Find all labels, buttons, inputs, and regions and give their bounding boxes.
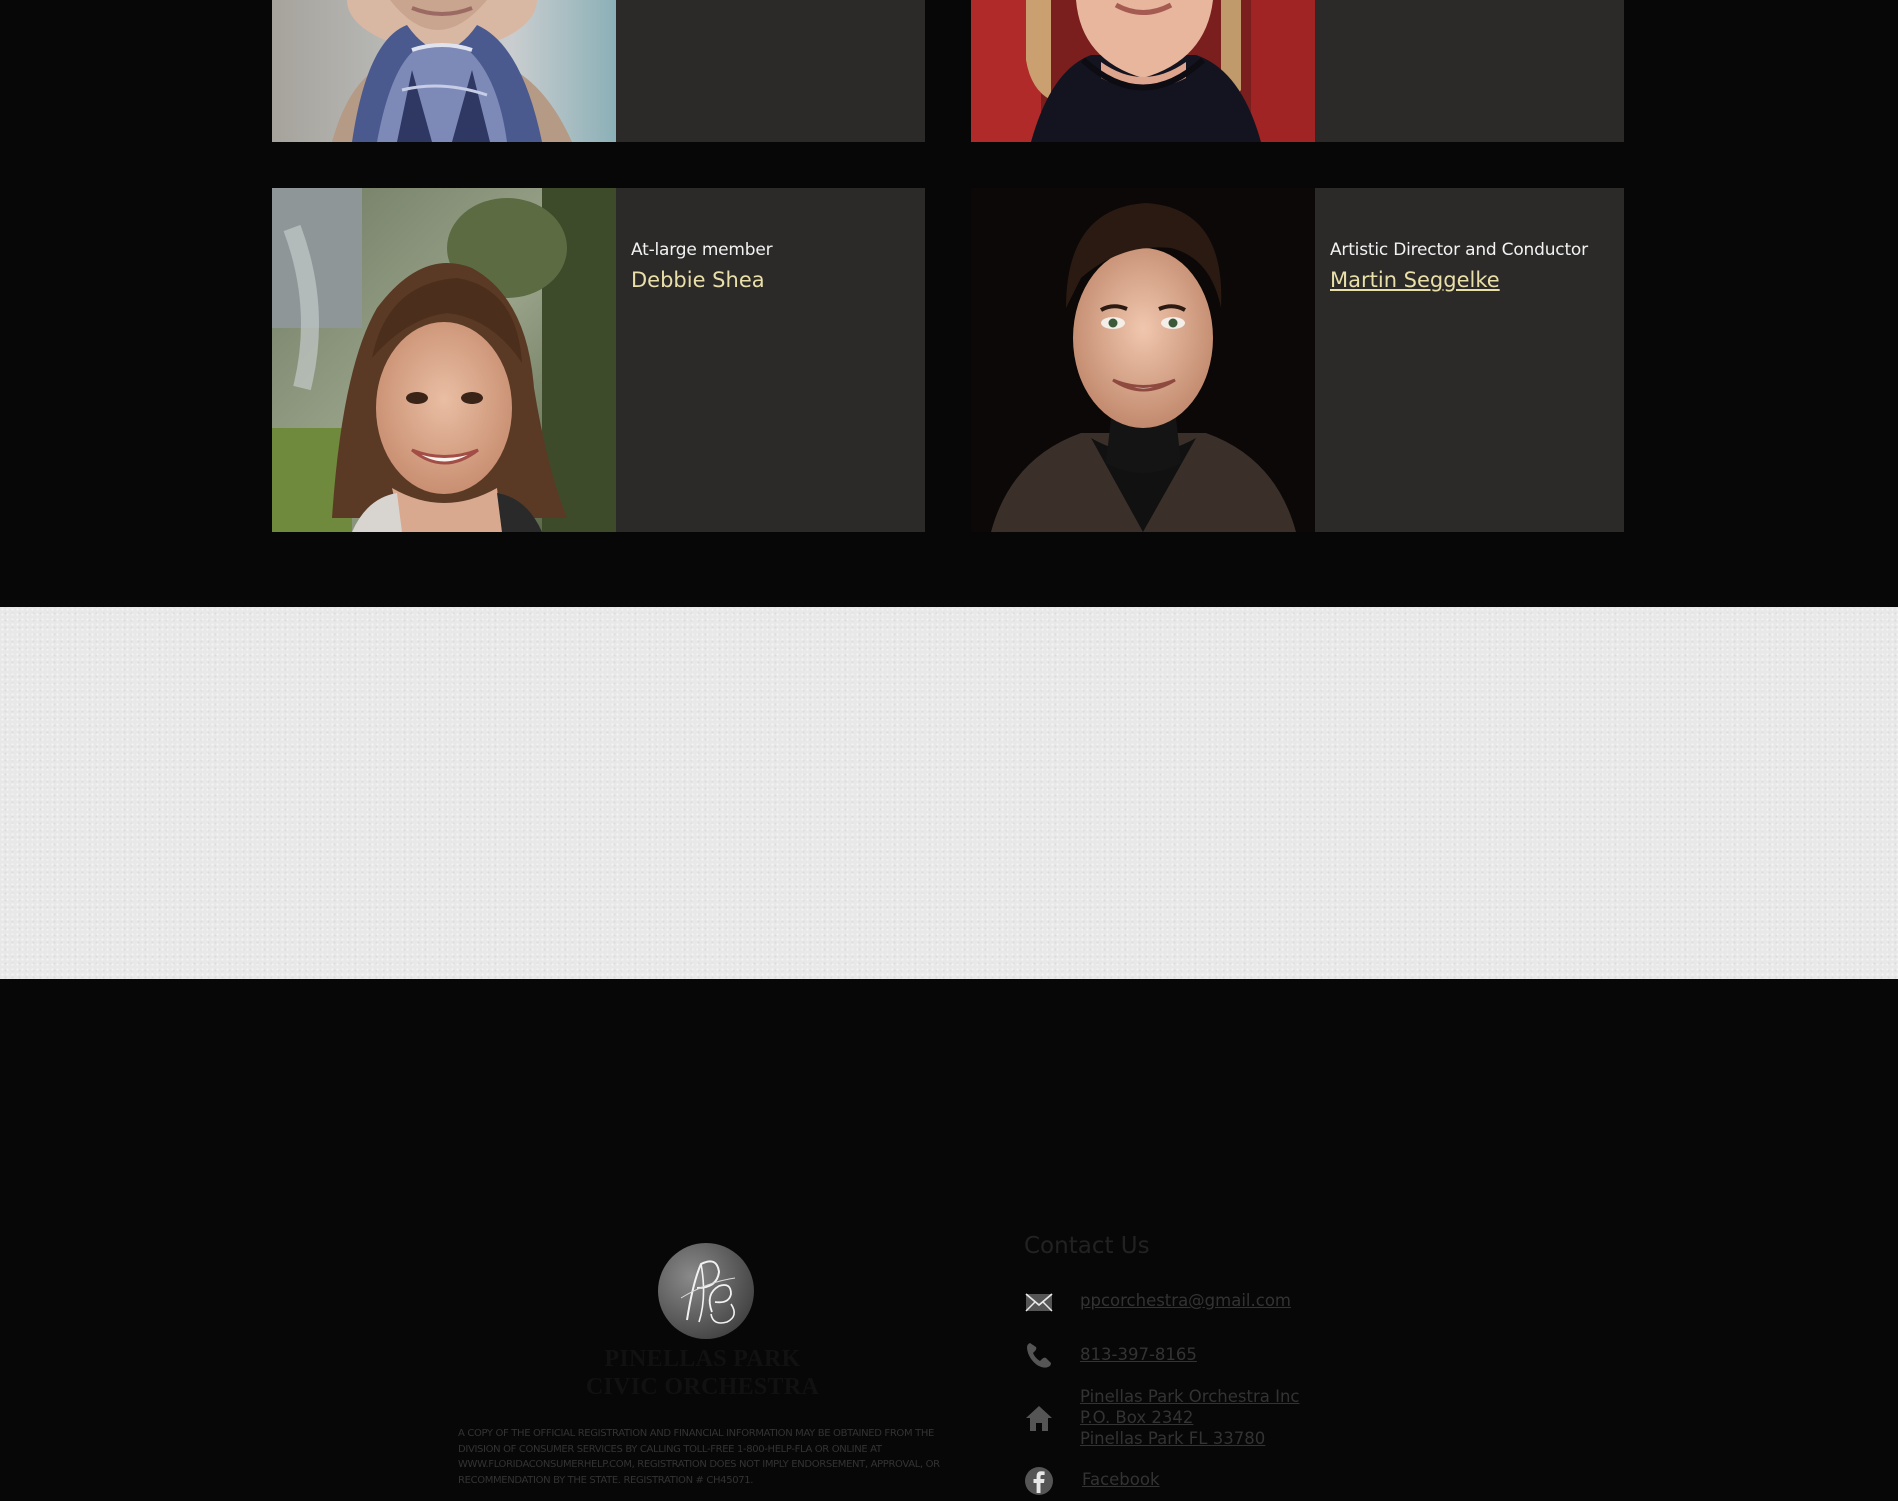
- address-line-2: P.O. Box 2342: [1080, 1408, 1194, 1427]
- logo-line-2: CIVIC ORCHESTRA: [585, 1374, 820, 1400]
- logo-line-1: PINELLAS PARK: [604, 1346, 801, 1372]
- board-photo-debbie-shea: [272, 188, 616, 532]
- address-line-1: Pinellas Park Orchestra Inc: [1080, 1387, 1300, 1406]
- contact-heading: Contact Us: [1024, 1233, 1150, 1259]
- address-link[interactable]: Pinellas Park Orchestra Inc P.O. Box 234…: [1080, 1386, 1300, 1449]
- phone-icon: [1024, 1340, 1054, 1370]
- facebook-link[interactable]: Facebook: [1082, 1470, 1160, 1489]
- envelope-icon: [1024, 1287, 1054, 1317]
- board-section: At-large member Debbie Shea Artistic Dir…: [0, 0, 1898, 607]
- orchestra-logo-icon: [657, 1242, 755, 1340]
- registration-disclaimer: A copy of the official registration and …: [458, 1428, 940, 1486]
- member-role: Artistic Director and Conductor: [1330, 240, 1588, 260]
- address-line-3: Pinellas Park FL 33780: [1080, 1429, 1266, 1448]
- facebook-icon[interactable]: [1024, 1466, 1054, 1496]
- board-photo-martin-seggelke: [971, 188, 1315, 532]
- email-link[interactable]: ppcorchestra@gmail.com: [1080, 1291, 1291, 1310]
- phone-link[interactable]: 813-397-8165: [1080, 1345, 1197, 1364]
- member-role: At-large member: [631, 240, 773, 260]
- board-photo-top-left: [272, 0, 616, 142]
- site-footer: PINELLAS PARK CIVIC ORCHESTRA A copy of …: [0, 607, 1898, 1495]
- home-icon: [1024, 1403, 1054, 1433]
- member-name-link[interactable]: Martin Seggelke: [1330, 268, 1500, 292]
- board-photo-top-right: [971, 0, 1315, 142]
- member-name: Debbie Shea: [631, 268, 765, 292]
